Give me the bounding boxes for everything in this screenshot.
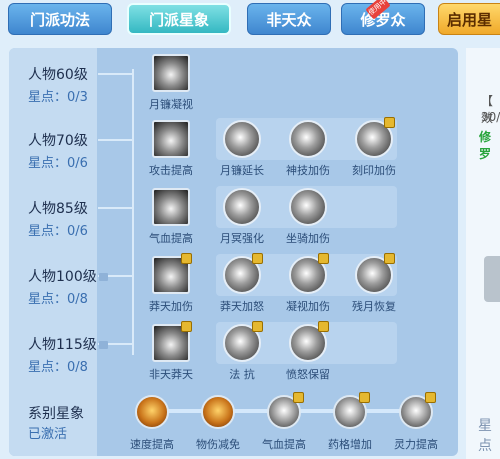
lock-icon [425,392,436,403]
tier-115-level: 人物115级 [28,334,108,354]
skill-label: 攻击提高 [149,164,193,177]
skill-label: 月冥强化 [220,232,264,245]
skill-yueming-qianghua-icon[interactable] [223,188,261,226]
tier-100-level: 人物100级 [28,266,108,286]
skill-label: 神技加伤 [286,164,330,177]
skill-yuelian-yanchang-icon[interactable] [223,120,261,158]
lock-icon [384,117,395,128]
right-text-count: 30/ [481,110,500,124]
system-speed-up-icon[interactable] [135,395,169,429]
tree-connector [98,207,134,209]
skill-zuoqi-jiashang-icon[interactable] [289,188,327,226]
skill-attack-up-icon[interactable] [152,120,190,158]
skill-label: 凝视加伤 [286,300,330,313]
button-label: 启用星 [447,10,493,29]
skill-label: 坐骑加伤 [286,232,330,245]
tab-feitian[interactable]: 非天众 [247,3,331,35]
tier-level-label: 人物115级 [28,337,97,353]
lock-icon [293,392,304,403]
tree-connector [98,139,134,141]
lock-icon [318,253,329,264]
skill-label: 法 抗 [229,368,255,381]
skill-label: 气血提高 [149,232,193,245]
skill-label: 月镰延长 [220,164,264,177]
skill-yuelian-ningshi-icon[interactable] [152,54,190,92]
skill-label: 愤怒保留 [286,368,330,381]
lock-icon [98,341,108,349]
skill-label: 刻印加伤 [352,164,396,177]
tier-level-label: 人物100级 [28,269,97,285]
skill-label: 月镰凝视 [149,98,193,111]
lock-icon [252,253,263,264]
tier-85-points: 星点：0/6 [28,224,88,239]
tab-label: 门派功法 [29,10,90,29]
skill-hp-up-icon[interactable] [152,188,190,226]
skill-label: 非天莽天 [149,368,193,381]
tab-menpai-gongfa[interactable]: 门派功法 [8,3,112,35]
tier-60-level: 人物60级 [28,64,88,84]
right-scroll-handle[interactable] [484,256,500,302]
tier-level-label: 人物70级 [28,133,88,149]
tab-label: 门派星象 [148,10,209,29]
enable-star-button[interactable]: 启用星 [438,3,500,35]
system-label: 气血提高 [262,438,306,451]
tier-85-level: 人物85级 [28,198,88,218]
lock-icon [252,321,263,332]
skill-label: 残月恢复 [352,300,396,313]
tier-70-points: 星点：0/6 [28,156,88,171]
tier-60-points: 星点：0/3 [28,90,88,105]
tier-level-label: 人物85级 [28,201,88,217]
system-label: 药格增加 [328,438,372,451]
tree-connector [98,73,134,75]
right-text-points: 星 点 [478,418,492,454]
system-label: 灵力提高 [394,438,438,451]
tab-label: 非天众 [266,10,312,29]
tier-100-points: 星点：0/8 [28,292,88,307]
lock-icon [98,273,108,281]
lock-icon [384,253,395,264]
system-label: 物伤减免 [196,438,240,451]
lock-icon [181,321,192,332]
tier-115-points: 星点：0/8 [28,360,88,375]
lock-icon [318,321,329,332]
tier-70-level: 人物70级 [28,130,88,150]
right-text-xiuluo: 修罗 [479,130,492,161]
lock-icon [359,392,370,403]
system-label: 速度提高 [130,438,174,451]
tree-connector [132,69,134,355]
system-star-title: 系别星象 [28,406,84,422]
skill-shenji-jiashang-icon[interactable] [289,120,327,158]
system-star-status: 已激活 [28,427,68,442]
tab-menpai-xingxiang[interactable]: 门派星象 [127,3,231,35]
skill-label: 莽天加怒 [220,300,264,313]
skill-label: 莽天加伤 [149,300,193,313]
system-phys-reduce-icon[interactable] [201,395,235,429]
tier-sidebar [9,48,97,456]
tier-level-label: 人物60级 [28,67,88,83]
lock-icon [181,253,192,264]
